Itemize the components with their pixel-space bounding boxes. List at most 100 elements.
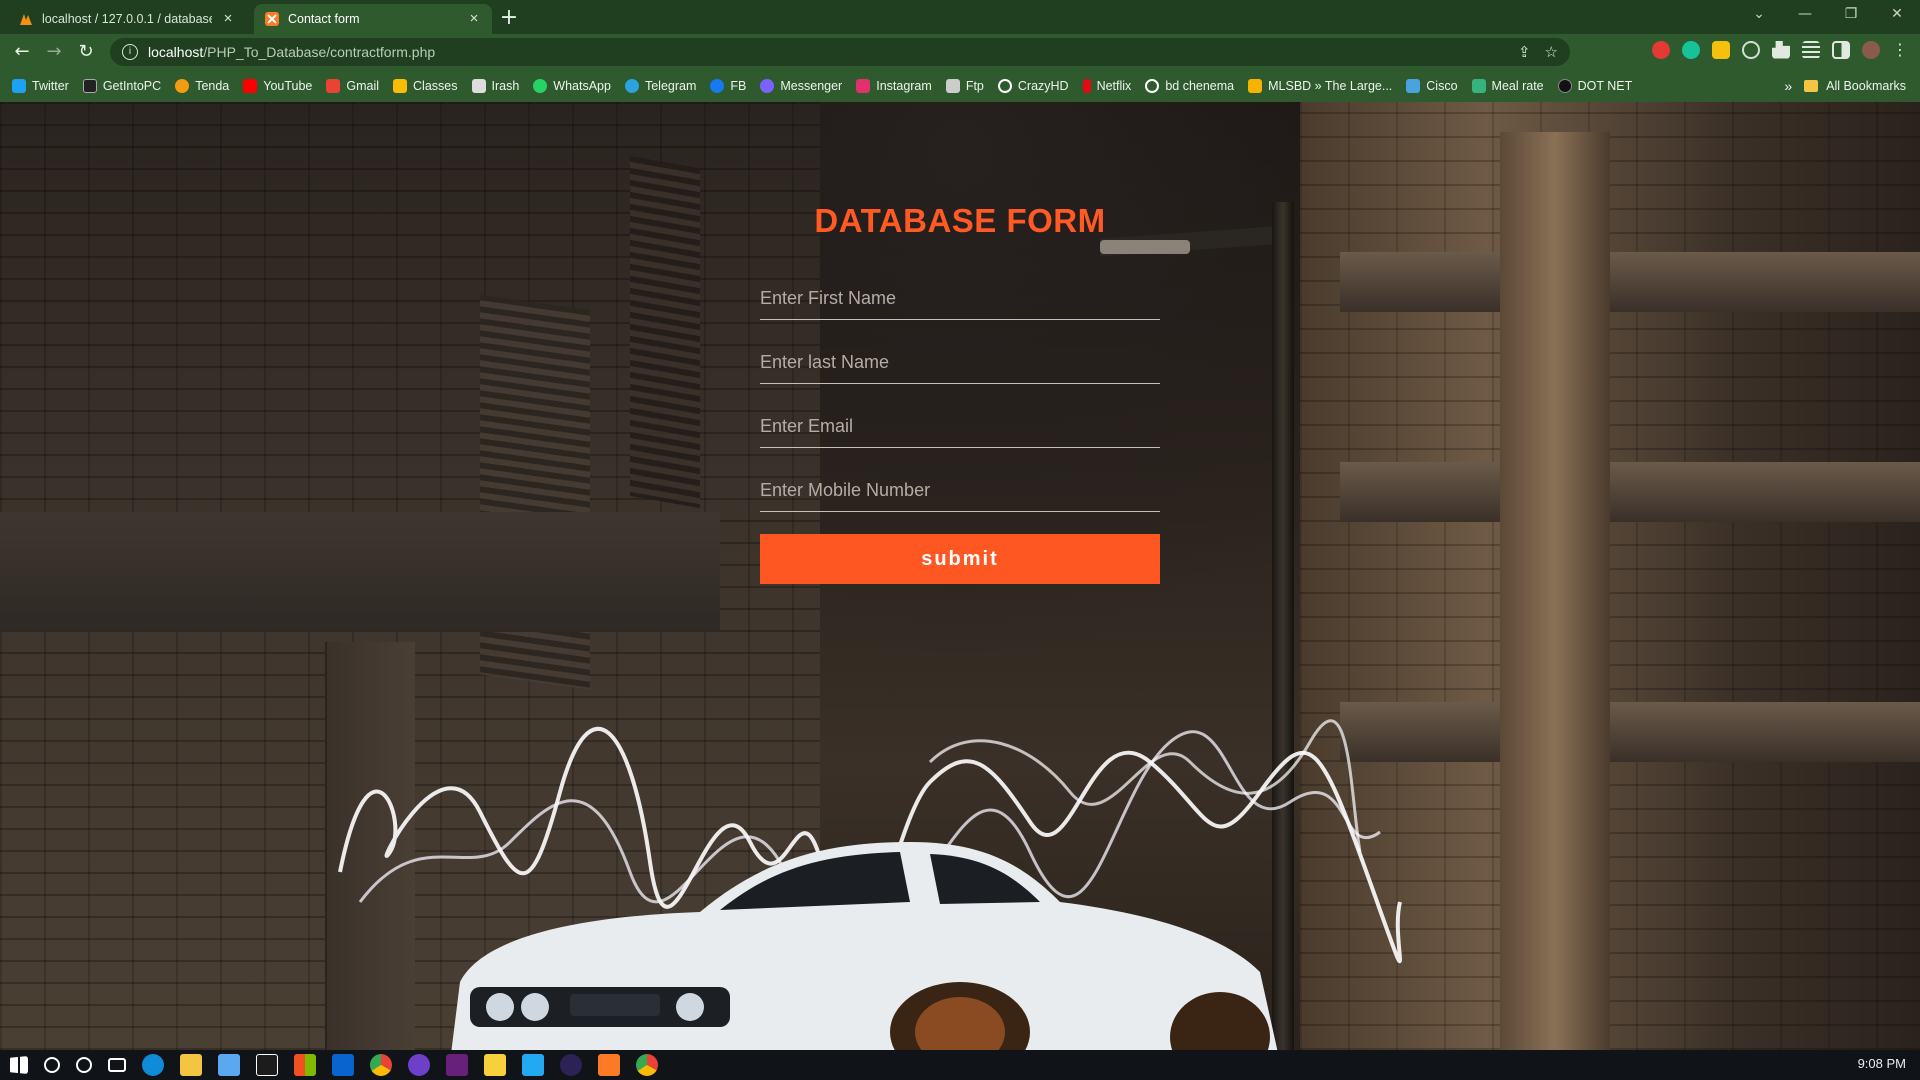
back-icon[interactable]: ← xyxy=(6,36,38,68)
getintopc-icon xyxy=(82,79,97,93)
store-icon[interactable] xyxy=(218,1054,240,1076)
classroom-icon xyxy=(393,79,408,93)
forward-icon[interactable]: → xyxy=(38,36,70,68)
background-vent xyxy=(630,155,700,509)
address-bar[interactable]: i localhost/PHP_To_Database/contractform… xyxy=(110,38,1570,66)
bookmark-mlsbd[interactable]: MLSBD » The Large... xyxy=(1248,79,1392,93)
windows-start-icon[interactable] xyxy=(10,1056,28,1074)
close-window-icon[interactable]: ✕ xyxy=(1874,0,1920,30)
edge-icon[interactable] xyxy=(142,1054,164,1076)
profile-avatar[interactable] xyxy=(1862,40,1880,59)
close-tab-icon[interactable]: × xyxy=(220,11,236,27)
all-bookmarks-button[interactable]: All Bookmarks xyxy=(1804,79,1906,93)
vscode-icon[interactable] xyxy=(522,1054,544,1076)
url-host: localhost xyxy=(148,44,204,60)
github-desktop-icon[interactable] xyxy=(408,1054,430,1076)
bookmark-youtube[interactable]: YouTube xyxy=(243,79,312,93)
bookmark-instagram[interactable]: Instagram xyxy=(856,79,932,93)
background-slab xyxy=(1340,702,1920,762)
bookmark-meal-rate[interactable]: Meal rate xyxy=(1471,79,1544,93)
notes-extension-icon[interactable] xyxy=(1712,40,1730,59)
taskbar-clock[interactable]: 9:08 PM xyxy=(1858,1056,1906,1071)
background-ledge xyxy=(0,512,720,632)
tab-contact-form[interactable]: Contact form × xyxy=(254,4,492,34)
mlsbd-icon xyxy=(1248,79,1263,93)
restore-icon[interactable]: ❐ xyxy=(1828,0,1874,30)
cortana-icon[interactable] xyxy=(76,1057,92,1073)
share-icon[interactable]: ⇪ xyxy=(1518,43,1531,61)
globe-icon xyxy=(997,79,1012,93)
more-bookmarks-chevron-icon[interactable]: » xyxy=(1784,78,1792,94)
last-name-input[interactable] xyxy=(760,342,1160,384)
folder-icon xyxy=(1804,80,1819,92)
sync-extension-icon[interactable] xyxy=(1742,40,1760,59)
tenda-icon xyxy=(175,79,190,93)
bookmark-ftp[interactable]: Ftp xyxy=(945,79,984,93)
bookmark-cisco[interactable]: Cisco xyxy=(1406,79,1458,93)
mobile-number-input[interactable] xyxy=(760,470,1160,512)
bookmark-fb[interactable]: FB xyxy=(710,79,746,93)
first-name-input[interactable] xyxy=(760,278,1160,320)
apps-icon[interactable] xyxy=(294,1054,316,1076)
contact-form: DATABASE FORM submit xyxy=(760,202,1160,584)
new-tab-button[interactable]: + xyxy=(494,4,524,34)
email-input[interactable] xyxy=(760,406,1160,448)
sheets-icon xyxy=(1471,79,1486,93)
tab-title: Contact form xyxy=(288,12,360,26)
tab-search-icon[interactable]: ⌄ xyxy=(1736,0,1782,30)
bookmark-star-icon[interactable]: ☆ xyxy=(1545,43,1558,61)
side-panel-icon[interactable] xyxy=(1832,40,1850,59)
bookmark-bd-chenema[interactable]: bd chenema xyxy=(1145,79,1234,93)
bookmark-tenda[interactable]: Tenda xyxy=(175,79,229,93)
bookmark-getintopc[interactable]: GetIntoPC xyxy=(82,79,161,93)
tab-strip: localhost / 127.0.0.1 / database_ × Cont… xyxy=(0,0,1920,34)
url-path: /PHP_To_Database/contractform.php xyxy=(203,44,436,60)
adblock-extension-icon[interactable] xyxy=(1652,40,1670,59)
search-icon[interactable] xyxy=(44,1057,60,1073)
close-tab-icon[interactable]: × xyxy=(466,11,482,27)
visual-studio-icon[interactable] xyxy=(446,1054,468,1076)
xampp-icon xyxy=(264,11,280,27)
bookmark-gmail[interactable]: Gmail xyxy=(326,79,379,93)
background-pillar xyxy=(1500,132,1610,1050)
task-view-icon[interactable] xyxy=(108,1058,126,1072)
page-content: DATABASE FORM submit xyxy=(0,102,1920,1050)
dotnet-icon xyxy=(1557,79,1572,93)
grammarly-extension-icon[interactable] xyxy=(1682,40,1700,59)
chrome-icon[interactable] xyxy=(370,1054,392,1076)
bookmark-irash[interactable]: Irash xyxy=(471,79,519,93)
chrome-icon[interactable] xyxy=(636,1054,658,1076)
ftp-icon xyxy=(945,79,960,93)
eclipse-icon[interactable] xyxy=(560,1054,582,1076)
extensions-puzzle-icon[interactable] xyxy=(1772,40,1790,59)
tab-phpmyadmin[interactable]: localhost / 127.0.0.1 / database_ × xyxy=(8,4,246,34)
sticky-notes-icon[interactable] xyxy=(484,1054,506,1076)
bookmark-telegram[interactable]: Telegram xyxy=(624,79,696,93)
mail-icon[interactable] xyxy=(332,1054,354,1076)
background-slab xyxy=(1340,252,1920,312)
bookmark-messenger[interactable]: Messenger xyxy=(760,79,842,93)
telegram-icon xyxy=(624,79,639,93)
file-explorer-icon[interactable] xyxy=(180,1054,202,1076)
bookmark-crazyhd[interactable]: CrazyHD xyxy=(997,79,1069,93)
globe-icon xyxy=(1145,79,1160,93)
reload-icon[interactable]: ↻ xyxy=(70,36,102,68)
minimize-icon[interactable]: — xyxy=(1782,0,1828,30)
pycharm-icon[interactable] xyxy=(256,1054,278,1076)
form-title: DATABASE FORM xyxy=(814,202,1106,239)
submit-button[interactable]: submit xyxy=(760,534,1160,584)
menu-kebab-icon[interactable]: ⋮ xyxy=(1892,40,1908,59)
bookmark-twitter[interactable]: Twitter xyxy=(12,79,69,93)
messenger-icon xyxy=(760,79,775,93)
bookmark-dot-net[interactable]: DOT NET xyxy=(1557,79,1632,93)
reading-list-icon[interactable] xyxy=(1802,40,1820,59)
bookmark-whatsapp[interactable]: WhatsApp xyxy=(533,79,611,93)
xampp-icon[interactable] xyxy=(598,1054,620,1076)
bookmark-netflix[interactable]: Netflix xyxy=(1082,79,1131,93)
background-slab xyxy=(1340,462,1920,522)
site-info-icon[interactable]: i xyxy=(122,44,138,60)
gmail-icon xyxy=(326,79,341,93)
bookmark-classes[interactable]: Classes xyxy=(393,79,458,93)
irash-icon xyxy=(471,79,486,93)
cisco-icon xyxy=(1406,79,1421,93)
